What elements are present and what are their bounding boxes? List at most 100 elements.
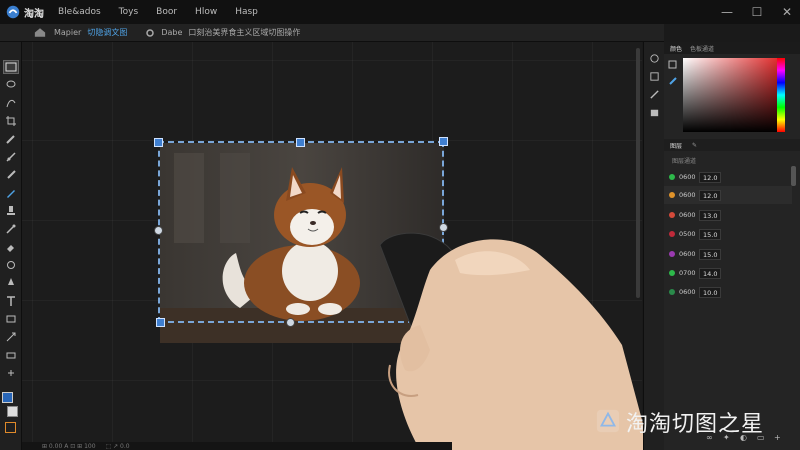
- adjustments-icon[interactable]: [648, 70, 661, 82]
- layers-sub-label: 图层通道: [672, 158, 697, 165]
- window-controls: — ☐ ✕: [720, 0, 794, 24]
- resize-handle-bottom[interactable]: [286, 318, 295, 327]
- tab-color[interactable]: 颜色: [670, 44, 682, 53]
- extra-tools-icon[interactable]: [3, 366, 19, 380]
- mask-icon[interactable]: ◐: [740, 434, 748, 442]
- new-layer-icon[interactable]: +: [774, 434, 782, 442]
- layers-tabs: 图层 ✎: [664, 139, 800, 151]
- text-tool-icon[interactable]: [3, 294, 19, 308]
- background-color-swatch[interactable]: [7, 406, 18, 417]
- status-mid: ⬚ ↗ 0.0: [105, 442, 130, 450]
- menu-item-tools[interactable]: Toys: [119, 7, 139, 17]
- close-button[interactable]: ✕: [780, 5, 794, 19]
- history-icon[interactable]: [648, 52, 661, 64]
- resize-handle-top-left[interactable]: [154, 138, 163, 147]
- pen-tool-icon[interactable]: [3, 186, 19, 200]
- layer-row[interactable]: 0600 12.0: [664, 186, 792, 204]
- layer-color-dot: [669, 289, 675, 295]
- eraser-tool-icon[interactable]: [3, 240, 19, 254]
- menu-item-view[interactable]: Hlow: [195, 7, 217, 17]
- home-icon[interactable]: [34, 27, 48, 39]
- minimize-button[interactable]: —: [720, 5, 734, 19]
- title-bar: 淘淘 Ble&ados Toys Boor Hlow Hasp — ☐ ✕: [0, 0, 800, 24]
- app-name: 淘淘: [24, 8, 44, 20]
- layer-value-input[interactable]: 12.0: [699, 189, 722, 201]
- mode-label[interactable]: Mapier: [54, 28, 81, 37]
- layer-row[interactable]: 0600 12.0: [664, 168, 792, 186]
- layer-name: 0600: [679, 288, 696, 296]
- layer-row[interactable]: 0600 13.0: [664, 206, 792, 224]
- panel-icon-strip: [643, 42, 664, 450]
- resize-handle-left[interactable]: [154, 226, 163, 235]
- bottom-panel-icons: ∞ ✦ ◐ ▭ +: [706, 434, 782, 442]
- tab-swatches[interactable]: 色板通道: [690, 44, 714, 53]
- layer-color-dot: [669, 251, 675, 257]
- layer-value-input[interactable]: 12.0: [699, 171, 722, 183]
- options-bar: Mapier 切隐调文图 Dabe 口刻治美界食主义区域切图操作: [0, 24, 664, 42]
- link-icon[interactable]: ∞: [706, 434, 714, 442]
- group-icon[interactable]: ▭: [757, 434, 765, 442]
- layer-color-dot: [669, 174, 675, 180]
- layer-value-input[interactable]: 10.0: [699, 286, 722, 298]
- layer-name: 0600: [679, 211, 696, 219]
- mode2-label[interactable]: Dabe: [161, 28, 182, 37]
- quick-mask-button[interactable]: [5, 422, 16, 433]
- layer-value-input[interactable]: 15.0: [699, 248, 722, 260]
- crop-tool-icon[interactable]: [3, 114, 19, 128]
- eyedropper-tool-icon[interactable]: [3, 132, 19, 146]
- app-logo-icon[interactable]: [4, 3, 22, 21]
- star-logo-icon: [596, 409, 620, 436]
- dodge-tool-icon[interactable]: [3, 258, 19, 272]
- fx-icon[interactable]: ✦: [723, 434, 731, 442]
- layer-row[interactable]: 0600 10.0: [664, 283, 792, 301]
- stamp-tool-icon[interactable]: [3, 204, 19, 218]
- resize-handle-top[interactable]: [296, 138, 305, 147]
- brush-tool-icon[interactable]: [3, 168, 19, 182]
- shape-tool-icon[interactable]: [3, 312, 19, 326]
- color-picker-field[interactable]: [683, 58, 777, 132]
- layer-name: 0600: [679, 173, 696, 181]
- hand-tool-icon[interactable]: [3, 330, 19, 344]
- resize-handle-bottom-left[interactable]: [156, 318, 165, 327]
- properties-icon[interactable]: [648, 88, 661, 100]
- history-brush-tool-icon[interactable]: [3, 222, 19, 236]
- gear-icon[interactable]: [145, 28, 155, 38]
- mode-accent-label[interactable]: 切隐调文图: [87, 27, 127, 38]
- menu-item-edit[interactable]: Boor: [156, 7, 177, 17]
- hue-slider[interactable]: [777, 58, 785, 132]
- layer-row[interactable]: 0500 15.0: [664, 225, 792, 243]
- layers-icon[interactable]: [648, 106, 661, 118]
- sharpen-tool-icon[interactable]: [3, 276, 19, 290]
- menu-item-file[interactable]: Ble&ados: [58, 7, 101, 17]
- layer-value-input[interactable]: 15.0: [699, 228, 722, 240]
- resize-handle-top-right[interactable]: [439, 137, 448, 146]
- tab-layers[interactable]: 图层: [670, 141, 682, 150]
- menu-item-help[interactable]: Hasp: [235, 7, 258, 17]
- status-left: ⊞ 0.00 A ⊡ ⊞ 100: [42, 442, 96, 450]
- move-tool-icon[interactable]: [3, 60, 19, 74]
- layer-color-dot: [669, 212, 675, 218]
- quick-select-tool-icon[interactable]: [3, 96, 19, 110]
- eyedropper-icon[interactable]: [668, 76, 678, 86]
- tab-edit[interactable]: ✎: [692, 142, 697, 149]
- layer-color-dot: [669, 192, 675, 198]
- layer-color-dot: [669, 270, 675, 276]
- zoom-tool-icon[interactable]: [3, 348, 19, 362]
- panel-tabs: 颜色 色板通道: [664, 42, 800, 54]
- layer-name: 0500: [679, 230, 696, 238]
- layer-row[interactable]: 0600 15.0: [664, 245, 792, 263]
- layer-value-input[interactable]: 14.0: [699, 267, 722, 279]
- layer-name: 0600: [679, 191, 696, 199]
- layer-name: 0700: [679, 269, 696, 277]
- lasso-tool-icon[interactable]: [3, 78, 19, 92]
- layer-row[interactable]: 0700 14.0: [664, 264, 792, 282]
- right-panel: 颜色 色板通道 图层 ✎ 图层通道 0600 12.0 0600 12.0 06…: [664, 42, 800, 450]
- maximize-button[interactable]: ☐: [750, 5, 764, 19]
- foreground-color-swatch[interactable]: [2, 392, 13, 403]
- healing-tool-icon[interactable]: [3, 150, 19, 164]
- layer-name: 0600: [679, 250, 696, 258]
- color-mode-icon[interactable]: [668, 60, 678, 70]
- layer-value-input[interactable]: 13.0: [699, 209, 722, 221]
- status-bar: ⊞ 0.00 A ⊡ ⊞ 100 ⬚ ↗ 0.0: [22, 442, 452, 450]
- options-description: 口刻治美界食主义区域切图操作: [188, 28, 301, 37]
